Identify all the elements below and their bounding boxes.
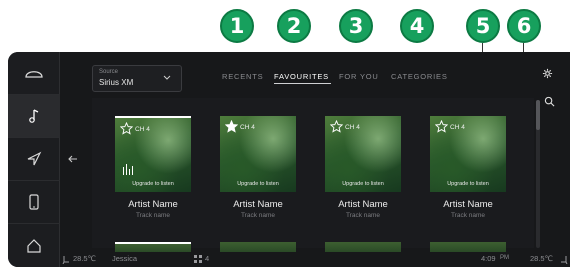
track-name: Track name (345, 212, 381, 219)
upgrade-to-listen-label: Upgrade to listen (447, 181, 489, 187)
channel-label: CH 4 (135, 126, 150, 133)
rail-item-home[interactable] (8, 224, 60, 267)
track-name: Track name (240, 212, 276, 219)
rail-item-media[interactable] (8, 95, 60, 138)
back-arrow-icon[interactable] (66, 152, 80, 166)
callout-5: 5 (466, 9, 500, 43)
right-temperature[interactable]: 28.5℃ (530, 254, 553, 263)
artist-name: Artist Name (338, 199, 388, 210)
tab-favourites-underline (274, 83, 331, 84)
track-name: Track name (135, 212, 171, 219)
upgrade-to-listen-label: Upgrade to listen (237, 181, 279, 187)
scrollbar[interactable] (536, 100, 540, 248)
music-note-icon (29, 109, 39, 123)
clock-ampm: PM (500, 255, 509, 261)
channel-label: CH 4 (450, 124, 465, 131)
tab-favourites[interactable]: FAVOURITES (274, 72, 329, 81)
track-name: Track name (450, 212, 486, 219)
home-icon (27, 238, 41, 253)
callout-1: 1 (220, 9, 254, 43)
station-card[interactable]: CH 4 Upgrade to listen Artist Name Track… (430, 116, 506, 219)
callout-3: 3 (339, 9, 373, 43)
station-artwork: CH 4 Upgrade to listen (325, 116, 401, 192)
tab-categories[interactable]: CATEGORIES (391, 72, 448, 81)
now-playing-equalizer-icon (123, 164, 133, 175)
callout-4: 4 (400, 9, 434, 43)
star-outline-icon[interactable] (330, 120, 343, 133)
upgrade-to-listen-label: Upgrade to listen (342, 181, 384, 187)
channel-label: CH 4 (240, 124, 255, 131)
chevron-down-icon (163, 75, 171, 80)
station-artwork: CH 4 Upgrade to listen (430, 116, 506, 192)
phone-icon (29, 194, 39, 210)
channel-label: CH 4 (345, 124, 360, 131)
clock-time: 4:09 (481, 254, 496, 263)
station-card[interactable]: CH 4 Upgrade to listen Artist Name Track… (115, 116, 191, 219)
fan-level[interactable]: 4 (205, 254, 209, 263)
vehicle-icon (25, 71, 43, 78)
infotainment-screen: Source Sirius XM RECENTS FAVOURITES FOR … (8, 52, 570, 267)
tab-recents[interactable]: RECENTS (222, 72, 263, 81)
star-filled-icon[interactable] (225, 120, 238, 133)
artist-name: Artist Name (443, 199, 493, 210)
source-dropdown[interactable]: Source Sirius XM (92, 65, 182, 92)
station-card[interactable]: CH 4 Upgrade to listen Artist Name Track… (220, 116, 296, 219)
artist-name: Artist Name (128, 199, 178, 210)
search-icon[interactable] (544, 96, 555, 107)
left-nav-rail (8, 52, 60, 267)
scrollbar-thumb[interactable] (536, 100, 540, 130)
user-name: Jessica (112, 254, 138, 263)
seat-icon[interactable] (62, 255, 70, 264)
rail-item-phone[interactable] (8, 181, 60, 224)
fan-icon[interactable] (194, 255, 202, 263)
navigation-icon (27, 151, 42, 166)
station-card[interactable]: CH 4 Upgrade to listen Artist Name Track… (325, 116, 401, 219)
star-outline-icon[interactable] (120, 122, 133, 135)
gear-icon[interactable] (542, 68, 553, 79)
callout-2: 2 (277, 9, 311, 43)
seat-icon[interactable] (560, 255, 568, 264)
star-outline-icon[interactable] (435, 120, 448, 133)
callout-6: 6 (507, 9, 541, 43)
rail-item-navigation[interactable] (8, 138, 60, 181)
station-artwork: CH 4 Upgrade to listen (220, 116, 296, 192)
source-caption: Source (99, 69, 119, 75)
rail-item-vehicle[interactable] (8, 52, 60, 95)
left-temperature[interactable]: 28.5℃ (73, 254, 96, 263)
favourites-grid: CH 4 Upgrade to listen Artist Name Track… (92, 98, 534, 248)
tab-for-you[interactable]: FOR YOU (339, 72, 379, 81)
status-bar: 28.5℃ Jessica 4 4:09 PM 28.5℃ (60, 251, 570, 267)
artist-name: Artist Name (233, 199, 283, 210)
upgrade-to-listen-label: Upgrade to listen (132, 181, 174, 187)
station-artwork: CH 4 Upgrade to listen (115, 116, 191, 192)
source-value: Sirius XM (99, 78, 134, 87)
